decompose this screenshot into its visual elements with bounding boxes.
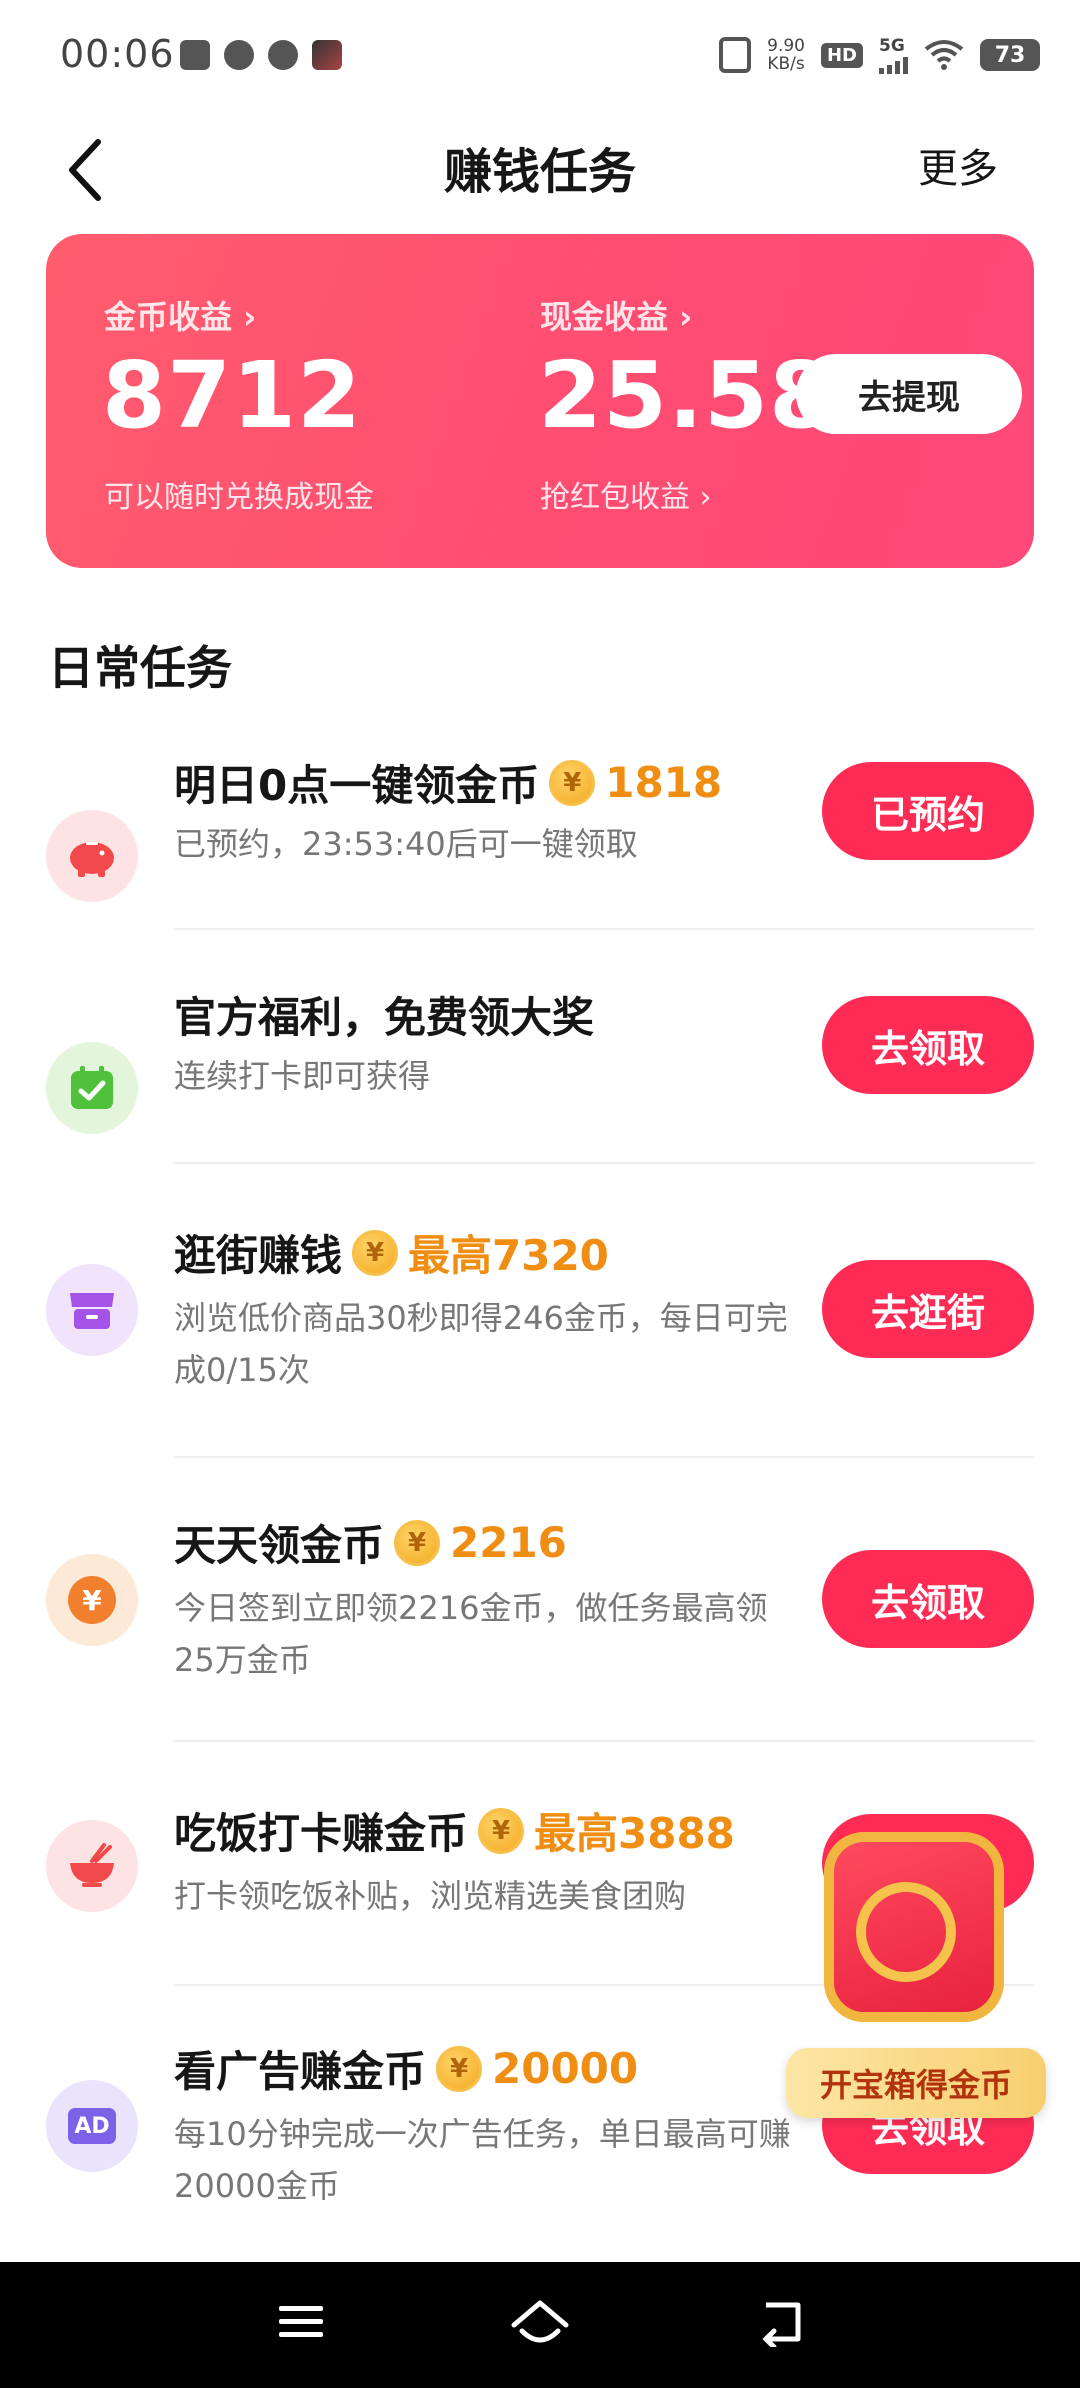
network-speed: 9.90 KB/s xyxy=(767,37,805,73)
coin-icon: ¥ xyxy=(352,1229,399,1276)
task-description: 浏览低价商品30秒即得246金币，每日可完成0/15次 xyxy=(174,1299,788,1389)
task-reward: 最高3888 xyxy=(534,1809,735,1858)
task-reward: 最高7320 xyxy=(408,1231,609,1280)
top-nav: 赚钱任务 更多 xyxy=(0,110,1080,230)
hd-badge: HD xyxy=(820,42,863,68)
network-speed-value: 9.90 xyxy=(767,36,805,56)
task-title: 逛街赚钱 ¥ 最高7320 xyxy=(174,1222,609,1283)
ad-badge: AD xyxy=(68,2108,116,2144)
task-title-text: 天天领金币 xyxy=(174,1521,385,1570)
task-description: 已预约，23:53:40后可一键领取 xyxy=(174,825,638,863)
coin-earnings-link[interactable]: 金币收益 › xyxy=(104,292,256,338)
task-title: 天天领金币 ¥ 2216 xyxy=(174,1512,567,1573)
ad-icon: AD xyxy=(46,2080,138,2172)
cash-earnings-value: 25.58 xyxy=(538,342,835,449)
treasure-chest-label: 开宝箱得金币 xyxy=(786,2048,1046,2118)
more-button[interactable]: 更多 xyxy=(918,136,998,194)
network-speed-unit: KB/s xyxy=(767,54,805,74)
red-packet-earnings-link[interactable]: 抢红包收益 › xyxy=(540,472,712,516)
task-title-text: 看广告赚金币 xyxy=(174,2047,427,2096)
claim-button[interactable]: 去领取 xyxy=(822,996,1034,1094)
task-title-text: 官方福利，免费领大奖 xyxy=(174,993,595,1042)
task-title: 明日0点一键领金币 ¥ 1818 xyxy=(174,752,722,813)
claim-button[interactable]: 去领取 xyxy=(822,1550,1034,1648)
yuan-coin-icon: ¥ xyxy=(46,1554,138,1646)
task-reward: 20000 xyxy=(492,2044,639,2093)
task-title: 吃饭打卡赚金币 ¥ 最高3888 xyxy=(174,1800,735,1861)
avatar-notification-icon xyxy=(312,40,342,70)
task-title-text: 逛街赚钱 xyxy=(174,1231,343,1280)
task-title-text: 吃饭打卡赚金币 xyxy=(174,1809,469,1858)
rice-bowl-icon xyxy=(46,1820,138,1912)
cellular-signal: 5G xyxy=(879,36,908,74)
cash-earnings-link[interactable]: 现金收益 › xyxy=(540,292,692,338)
app-notification-icon xyxy=(180,40,210,70)
home-icon[interactable] xyxy=(508,2297,572,2351)
divider xyxy=(174,1740,1034,1742)
coin-earnings-hint: 可以随时兑换成现金 xyxy=(104,480,374,515)
go-shopping-button[interactable]: 去逛街 xyxy=(822,1260,1034,1358)
calendar-check-icon xyxy=(46,1042,138,1134)
menu-icon[interactable] xyxy=(276,2297,326,2347)
task-title: 看广告赚金币 ¥ 20000 xyxy=(174,2038,638,2099)
task-description: 每10分钟完成一次广告任务，单日最高可赚20000金币 xyxy=(174,2115,791,2205)
coin-icon: ¥ xyxy=(394,1519,441,1566)
cloud-icon xyxy=(268,40,298,70)
coin-icon: ¥ xyxy=(436,2045,483,2092)
app-notification-icon xyxy=(224,40,254,70)
notification-icons xyxy=(180,40,342,70)
withdraw-button[interactable]: 去提现 xyxy=(796,354,1022,434)
piggy-bank-icon xyxy=(46,810,138,902)
reserved-button[interactable]: 已预约 xyxy=(822,762,1034,860)
coin-icon: ¥ xyxy=(549,759,596,806)
signal-icon xyxy=(879,56,908,74)
task-reward: 2216 xyxy=(450,1518,567,1567)
coin-earnings-value: 8712 xyxy=(102,342,363,449)
status-right: 9.90 KB/s HD 5G 73 xyxy=(719,36,1040,74)
earnings-card: 金币收益 › 8712 可以随时兑换成现金 现金收益 › 25.58 抢红包收益… xyxy=(46,234,1034,568)
battery-icon: 73 xyxy=(980,39,1040,71)
vibrate-icon xyxy=(719,37,752,73)
task-description: 连续打卡即可获得 xyxy=(174,1057,431,1095)
network-type: 5G xyxy=(879,36,905,56)
divider xyxy=(174,1162,1034,1164)
task-description: 今日签到立即领2216金币，做任务最高领25万金币 xyxy=(174,1589,768,1679)
status-time: 00:06 xyxy=(60,32,175,76)
task-title-text: 明日0点一键领金币 xyxy=(174,761,540,810)
store-icon xyxy=(46,1264,138,1356)
task-description: 打卡领吃饭补贴，浏览精选美食团购 xyxy=(174,1877,687,1915)
back-nav-icon[interactable] xyxy=(756,2297,806,2347)
treasure-chest-widget[interactable]: 开宝箱得金币 xyxy=(786,1792,1046,2122)
status-bar: 00:06 9.90 KB/s HD 5G 73 xyxy=(0,0,1080,110)
wifi-icon xyxy=(924,40,964,70)
yuan-coin-glyph: ¥ xyxy=(68,1576,116,1624)
task-reward: 1818 xyxy=(605,758,723,807)
chest-ornament-icon xyxy=(856,1882,956,1982)
divider xyxy=(174,1456,1034,1458)
divider xyxy=(174,928,1034,930)
section-title: 日常任务 xyxy=(48,641,232,695)
task-title: 官方福利，免费领大奖 xyxy=(174,984,594,1045)
system-nav-bar xyxy=(0,2262,1080,2388)
coin-icon: ¥ xyxy=(478,1807,525,1854)
